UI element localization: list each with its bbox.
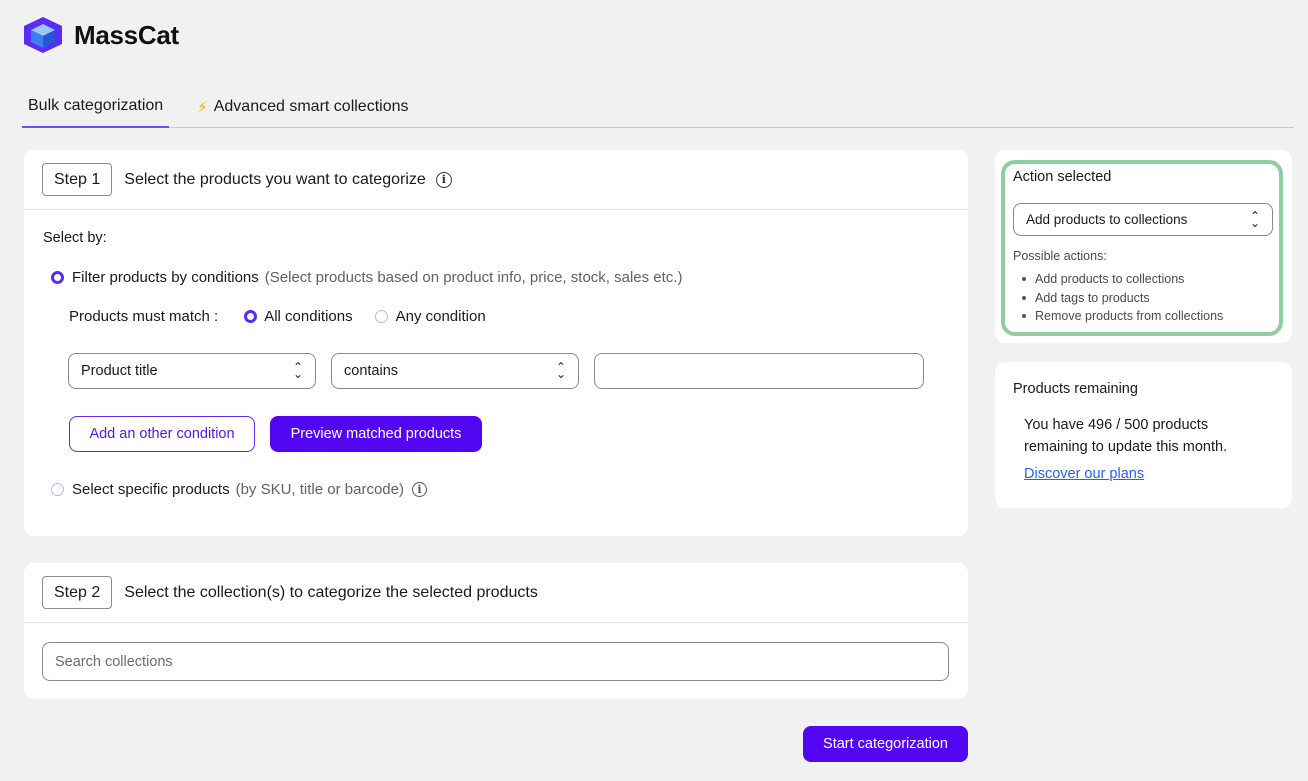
list-item: Add tags to products (1022, 289, 1223, 308)
preview-matched-products-button[interactable]: Preview matched products (270, 416, 482, 452)
info-icon[interactable]: i (435, 171, 452, 188)
list-item: Add products to collections (1022, 270, 1223, 289)
condition-operator-select[interactable]: contains ⌃ ⌄ (331, 353, 579, 389)
lightning-icon: ⚡ (197, 99, 208, 116)
condition-operator-value: contains (344, 363, 399, 379)
select-by-text: Select by: (43, 230, 107, 246)
step1-card: Step 1 Select the products you want to c… (24, 150, 968, 536)
specific-products-hint: (by SKU, title or barcode) (235, 481, 404, 498)
filter-option-hint: (Select products based on product info, … (264, 269, 683, 286)
condition-value-input[interactable] (594, 353, 924, 389)
remaining-line-1-text: You have 496 / 500 products (1024, 417, 1209, 433)
condition-field-value: Product title (81, 363, 158, 379)
tab-label: Advanced smart collections (213, 98, 409, 115)
match-row: Products must match : All conditions Any… (69, 308, 486, 325)
step2-badge: Step 2 (42, 576, 113, 609)
tab-label: Bulk categorization (28, 97, 164, 114)
info-icon[interactable]: i (411, 482, 427, 497)
filter-option-label: Filter products by conditions (72, 269, 259, 286)
tab-bar: Bulk categorization ⚡ Advanced smart col… (22, 86, 1294, 128)
all-conditions-label[interactable]: All conditions (264, 308, 352, 325)
tab-bulk-categorization[interactable]: Bulk categorization (22, 86, 170, 128)
remaining-panel-title: Products remaining (1013, 381, 1138, 397)
search-collections-input[interactable] (42, 642, 949, 681)
action-panel-title-text: Action selected (1013, 169, 1112, 185)
action-select[interactable]: Add products to collections ⌃ ⌄ (1013, 203, 1273, 236)
specific-products-label: Select specific products (72, 481, 230, 498)
masscat-logo-icon (24, 17, 62, 53)
discover-plans-row: Discover our plans (1024, 466, 1144, 482)
any-condition-radio[interactable] (374, 310, 388, 323)
step1-badge: Step 1 (42, 163, 113, 196)
match-label: Products must match : (69, 308, 219, 325)
app-name: MassCat (74, 19, 179, 50)
action-panel-title: Action selected (1013, 169, 1111, 185)
list-item: Remove products from collections (1022, 307, 1223, 326)
possible-actions-list: Add products to collections Add tags to … (1022, 270, 1223, 326)
possible-actions-label: Possible actions: (1013, 249, 1107, 263)
remaining-line-2-text: remaining to update this month. (1024, 439, 1228, 455)
specific-products-radio[interactable] (51, 483, 64, 496)
select-by-label: Select by: (43, 230, 107, 246)
app-header: MassCat (22, 16, 179, 54)
start-categorization-button[interactable]: Start categorization (803, 726, 968, 762)
chevron-up-down-icon: ⌃ ⌄ (555, 360, 566, 381)
possible-actions-text: Possible actions: (1013, 249, 1107, 263)
step2-header: Step 2 Select the collection(s) to categ… (24, 563, 968, 623)
any-condition-label[interactable]: Any condition (396, 308, 486, 325)
remaining-panel-title-text: Products remaining (1013, 381, 1138, 397)
remaining-line-2: remaining to update this month. (1024, 439, 1227, 455)
step2-title: Select the collection(s) to categorize t… (124, 583, 538, 601)
tab-advanced-smart-collections[interactable]: ⚡ Advanced smart collections (191, 86, 414, 128)
specific-products-option[interactable]: Select specific products (by SKU, title … (51, 481, 427, 498)
chevron-up-down-icon: ⌃ ⌄ (1249, 208, 1260, 230)
filter-option[interactable]: Filter products by conditions (Select pr… (51, 269, 682, 286)
discover-plans-link[interactable]: Discover our plans (1024, 466, 1144, 482)
all-conditions-radio[interactable] (244, 310, 258, 323)
filter-radio[interactable] (51, 271, 64, 284)
remaining-line-1: You have 496 / 500 products (1024, 417, 1208, 433)
action-select-value: Add products to collections (1026, 212, 1188, 227)
step1-title: Select the products you want to categori… (124, 170, 426, 188)
chevron-up-down-icon: ⌃ ⌄ (292, 360, 303, 381)
add-condition-button[interactable]: Add an other condition (69, 416, 255, 452)
step1-header: Step 1 Select the products you want to c… (24, 150, 968, 210)
condition-field-select[interactable]: Product title ⌃ ⌄ (68, 353, 316, 389)
